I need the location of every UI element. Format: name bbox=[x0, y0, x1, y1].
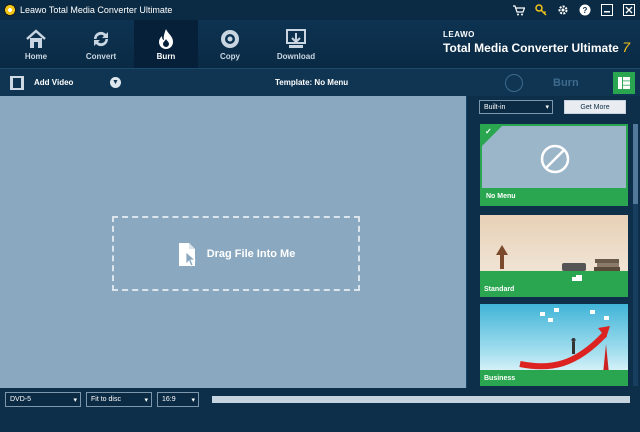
template-label: No Menu bbox=[482, 188, 626, 204]
template-no-menu[interactable]: ✓ No Menu bbox=[480, 124, 628, 206]
fit-value: Fit to disc bbox=[91, 396, 121, 403]
chevron-down-icon: ▾ bbox=[144, 396, 148, 404]
drop-zone-text: Drag File Into Me bbox=[206, 247, 296, 260]
template-label: Template: No Menu bbox=[275, 78, 349, 87]
brand-product-name: Total Media Converter Ultimate bbox=[443, 41, 619, 55]
drop-zone[interactable]: Drag File Into Me bbox=[112, 216, 360, 291]
brand-version: 7 bbox=[622, 39, 630, 55]
burn-button[interactable]: Burn bbox=[495, 72, 605, 94]
brand: LEAWO Total Media Converter Ultimate 7 bbox=[443, 30, 630, 55]
title-bar: Leawo Total Media Converter Ultimate ? bbox=[0, 0, 640, 20]
nav-convert-label: Convert bbox=[85, 52, 117, 61]
template-standard[interactable]: Standard bbox=[480, 215, 628, 297]
burn-flame-icon bbox=[505, 74, 523, 92]
no-menu-icon bbox=[540, 144, 570, 174]
disc-capacity-bar bbox=[212, 396, 630, 403]
download-icon bbox=[285, 28, 307, 50]
disc-type-value: DVD-5 bbox=[10, 396, 32, 403]
template-label: Standard bbox=[480, 281, 628, 297]
nav-burn-label: Burn bbox=[156, 52, 176, 61]
nav-copy-label: Copy bbox=[220, 52, 240, 61]
template-source-value: Built-in bbox=[484, 103, 506, 111]
toolbar: Add Video ▼ Template: No Menu Burn bbox=[0, 68, 640, 96]
bottom-bar: DVD-5 ▾ Fit to disc ▾ 16:9 ▾ bbox=[0, 388, 640, 432]
film-icon[interactable] bbox=[10, 76, 24, 90]
burn-button-label: Burn bbox=[553, 77, 579, 89]
template-source-select[interactable]: Built-in ▾ bbox=[479, 100, 553, 114]
minimize-icon[interactable] bbox=[596, 0, 618, 20]
nav-copy[interactable]: Copy bbox=[198, 20, 262, 68]
check-icon: ✓ bbox=[485, 127, 492, 136]
nav-burn[interactable]: Burn bbox=[134, 20, 198, 68]
nav-home-label: Home bbox=[24, 52, 48, 61]
nav-home[interactable]: Home bbox=[4, 20, 68, 68]
scrollbar-thumb[interactable] bbox=[633, 124, 638, 204]
disc-icon bbox=[219, 28, 241, 50]
add-video-button[interactable]: Add Video bbox=[34, 78, 73, 87]
svg-text:?: ? bbox=[583, 6, 588, 15]
template-business[interactable]: Business bbox=[480, 304, 628, 386]
nav-convert[interactable]: Convert bbox=[69, 20, 133, 68]
get-more-button[interactable]: Get More bbox=[564, 100, 626, 114]
nav-download[interactable]: Download bbox=[264, 20, 328, 68]
chevron-down-icon: ▾ bbox=[191, 396, 195, 404]
key-icon[interactable] bbox=[530, 0, 552, 20]
document-pointer-icon bbox=[177, 242, 197, 267]
chevron-down-icon: ▾ bbox=[73, 396, 77, 404]
nav-download-label: Download bbox=[276, 52, 316, 61]
main-area[interactable]: Drag File Into Me bbox=[0, 96, 466, 388]
help-icon[interactable]: ? bbox=[574, 0, 596, 20]
app-logo-icon bbox=[4, 4, 16, 16]
cart-icon[interactable] bbox=[508, 0, 530, 20]
brand-logo: LEAWO bbox=[443, 30, 475, 39]
window-title: Leawo Total Media Converter Ultimate bbox=[20, 5, 173, 15]
toggle-panel-button[interactable] bbox=[613, 72, 635, 94]
aspect-value: 16:9 bbox=[162, 396, 176, 403]
gear-icon[interactable] bbox=[552, 0, 574, 20]
flame-icon bbox=[155, 28, 177, 50]
close-icon[interactable] bbox=[618, 0, 640, 20]
convert-icon bbox=[90, 28, 112, 50]
panel-icon bbox=[618, 77, 630, 89]
aspect-select[interactable]: 16:9 ▾ bbox=[157, 392, 199, 407]
template-scrollbar[interactable] bbox=[633, 124, 638, 386]
fit-select[interactable]: Fit to disc ▾ bbox=[86, 392, 152, 407]
main-nav: Home Convert Burn Copy Download LEAWO To… bbox=[0, 20, 640, 68]
brand-product: Total Media Converter Ultimate 7 bbox=[443, 39, 630, 55]
chevron-down-icon: ▾ bbox=[545, 104, 549, 111]
template-label: Business bbox=[480, 370, 628, 386]
template-panel: Built-in ▾ Get More ✓ No Menu Standard B… bbox=[466, 96, 640, 388]
add-video-dropdown-icon[interactable]: ▼ bbox=[110, 77, 121, 88]
home-icon bbox=[25, 28, 47, 50]
disc-type-select[interactable]: DVD-5 ▾ bbox=[5, 392, 81, 407]
